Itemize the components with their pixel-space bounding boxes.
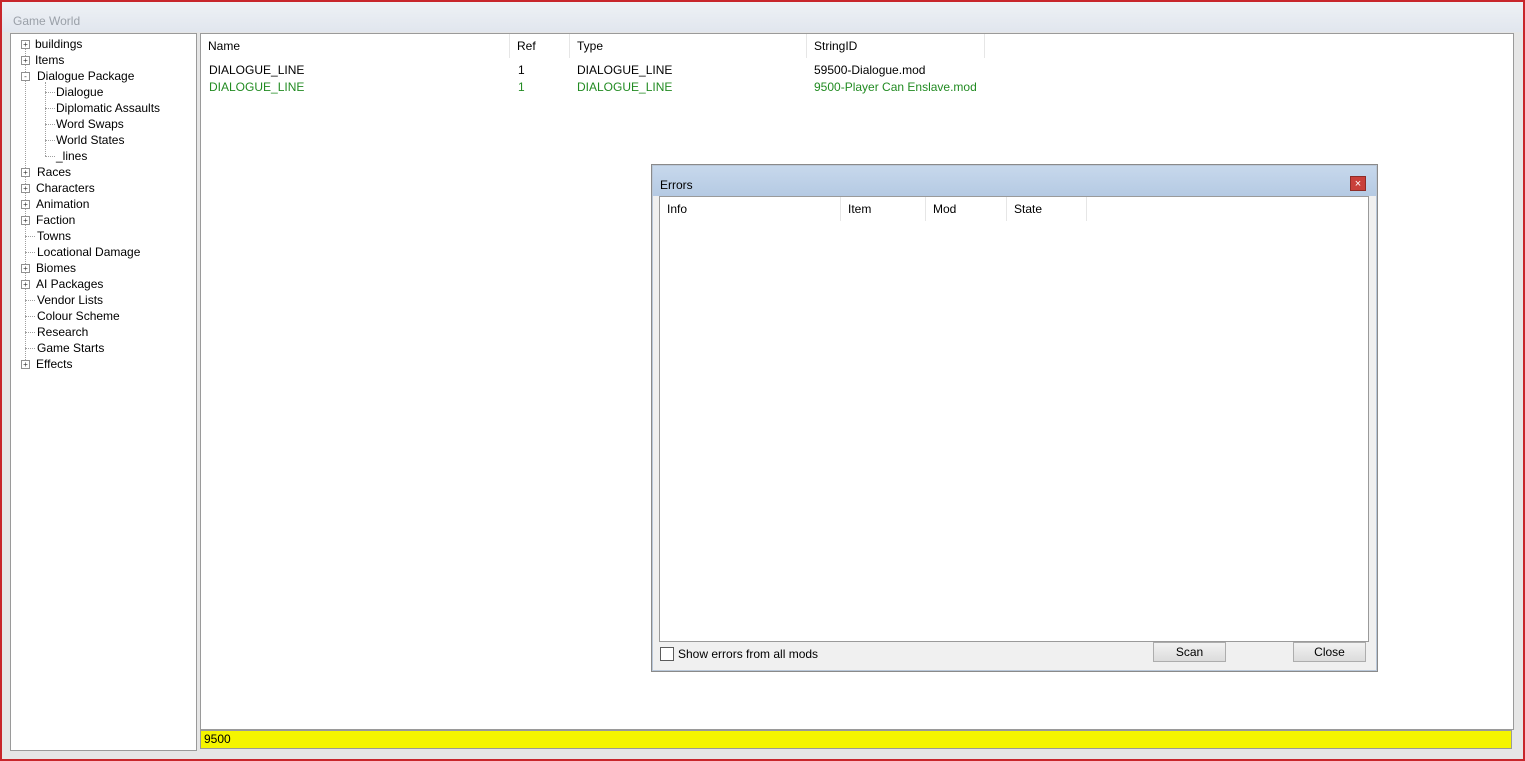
table-row[interactable]: DIALOGUE_LINE 1 DIALOGUE_LINE 9500-Playe… bbox=[201, 79, 1201, 95]
tree-item-lines[interactable]: _lines bbox=[56, 148, 87, 164]
tree-connector bbox=[25, 332, 35, 333]
tree-item-label: _lines bbox=[56, 149, 88, 163]
expand-icon[interactable]: + bbox=[21, 216, 30, 225]
column-header-stringid[interactable]: StringID bbox=[807, 34, 985, 58]
scan-button[interactable]: Scan bbox=[1153, 642, 1226, 662]
cell-type: DIALOGUE_LINE bbox=[577, 63, 673, 77]
tree-item-colour-scheme[interactable]: Colour Scheme bbox=[37, 308, 120, 324]
tree-item-label: Word Swaps bbox=[56, 117, 124, 131]
tree-item-label: Faction bbox=[36, 213, 76, 227]
expand-icon[interactable]: + bbox=[21, 264, 30, 273]
tree-item-label: Locational Damage bbox=[37, 245, 141, 259]
tree-item-label: buildings bbox=[35, 37, 83, 51]
tree-item-label: Effects bbox=[36, 357, 73, 371]
tree-connector bbox=[45, 156, 55, 157]
cell-ref: 1 bbox=[518, 80, 525, 94]
search-input[interactable]: 9500 bbox=[200, 730, 1512, 749]
tree-item-label: Diplomatic Assaults bbox=[56, 101, 161, 115]
tree-item-label: Animation bbox=[36, 197, 90, 211]
column-header-name[interactable]: Name bbox=[201, 34, 510, 58]
tree-connector bbox=[45, 124, 55, 125]
column-header-ref[interactable]: Ref bbox=[510, 34, 570, 58]
expand-icon[interactable]: + bbox=[21, 280, 30, 289]
tree-item-research[interactable]: Research bbox=[37, 324, 88, 340]
tree-item-vendor-lists[interactable]: Vendor Lists bbox=[37, 292, 103, 308]
tree-item-label: Game Starts bbox=[37, 341, 105, 355]
column-header-state[interactable]: State bbox=[1007, 197, 1087, 221]
tree-item-label: Races bbox=[37, 165, 72, 179]
tree-item-label: World States bbox=[56, 133, 125, 147]
tree-item-label: Dialogue Package bbox=[37, 69, 135, 83]
column-header-mod[interactable]: Mod bbox=[926, 197, 1007, 221]
show-all-mods-checkbox[interactable] bbox=[660, 647, 674, 661]
tree-item-world-states[interactable]: World States bbox=[56, 132, 124, 148]
expand-icon[interactable]: + bbox=[21, 168, 30, 177]
close-icon[interactable]: × bbox=[1350, 176, 1366, 191]
tree-item-label: Towns bbox=[37, 229, 72, 243]
tree-item-label: Research bbox=[37, 325, 89, 339]
category-tree[interactable]: + buildings + Items - Dialogue Package D… bbox=[10, 33, 197, 751]
collapse-icon[interactable]: - bbox=[21, 72, 30, 81]
tree-item-locational-damage[interactable]: Locational Damage bbox=[37, 244, 140, 260]
tree-item-label: Items bbox=[35, 53, 65, 67]
dialog-title: Errors bbox=[660, 178, 693, 192]
tree-connector bbox=[45, 108, 55, 109]
cell-stringid: 9500-Player Can Enslave.mod bbox=[814, 80, 977, 94]
column-header-type[interactable]: Type bbox=[570, 34, 807, 58]
tree-connector bbox=[45, 92, 55, 93]
column-header-item[interactable]: Item bbox=[841, 197, 926, 221]
close-button[interactable]: Close bbox=[1293, 642, 1366, 662]
expand-icon[interactable]: + bbox=[21, 360, 30, 369]
tree-item-label: Characters bbox=[36, 181, 95, 195]
tree-item-diplomatic-assaults[interactable]: Diplomatic Assaults bbox=[56, 100, 160, 116]
tree-connector bbox=[25, 348, 35, 349]
expand-icon[interactable]: + bbox=[21, 40, 30, 49]
tree-connector bbox=[25, 236, 35, 237]
errors-dialog: Errors × Info Item Mod State Show errors… bbox=[651, 164, 1378, 672]
errors-list[interactable]: Info Item Mod State bbox=[659, 196, 1369, 642]
cell-name: DIALOGUE_LINE bbox=[209, 63, 305, 77]
column-header-info[interactable]: Info bbox=[660, 197, 841, 221]
expand-icon[interactable]: + bbox=[21, 56, 30, 65]
table-row[interactable]: DIALOGUE_LINE 1 DIALOGUE_LINE 59500-Dial… bbox=[201, 62, 1201, 78]
window-title: Game World bbox=[13, 14, 81, 28]
tree-item-game-starts[interactable]: Game Starts bbox=[37, 340, 104, 356]
tree-item-word-swaps[interactable]: Word Swaps bbox=[56, 116, 124, 132]
dialog-title-bar[interactable]: Errors × bbox=[653, 166, 1376, 196]
tree-item-label: Vendor Lists bbox=[37, 293, 104, 307]
cell-ref: 1 bbox=[518, 63, 525, 77]
tree-item-towns[interactable]: Towns bbox=[37, 228, 71, 244]
show-all-mods-label: Show errors from all mods bbox=[678, 647, 819, 661]
tree-connector bbox=[25, 316, 35, 317]
window-title-bar[interactable]: Game World bbox=[2, 2, 1523, 32]
tree-connector bbox=[45, 140, 55, 141]
tree-item-label: AI Packages bbox=[36, 277, 104, 291]
cell-stringid: 59500-Dialogue.mod bbox=[814, 63, 926, 77]
tree-connector bbox=[45, 82, 46, 156]
cell-type: DIALOGUE_LINE bbox=[577, 80, 673, 94]
tree-item-label: Colour Scheme bbox=[37, 309, 120, 323]
tree-item-label: Dialogue bbox=[56, 85, 104, 99]
tree-item-label: Biomes bbox=[36, 261, 77, 275]
tree-item-dialogue[interactable]: Dialogue bbox=[56, 84, 103, 100]
expand-icon[interactable]: + bbox=[21, 200, 30, 209]
expand-icon[interactable]: + bbox=[21, 184, 30, 193]
cell-name: DIALOGUE_LINE bbox=[209, 80, 305, 94]
tree-connector bbox=[25, 252, 35, 253]
tree-connector bbox=[25, 300, 35, 301]
